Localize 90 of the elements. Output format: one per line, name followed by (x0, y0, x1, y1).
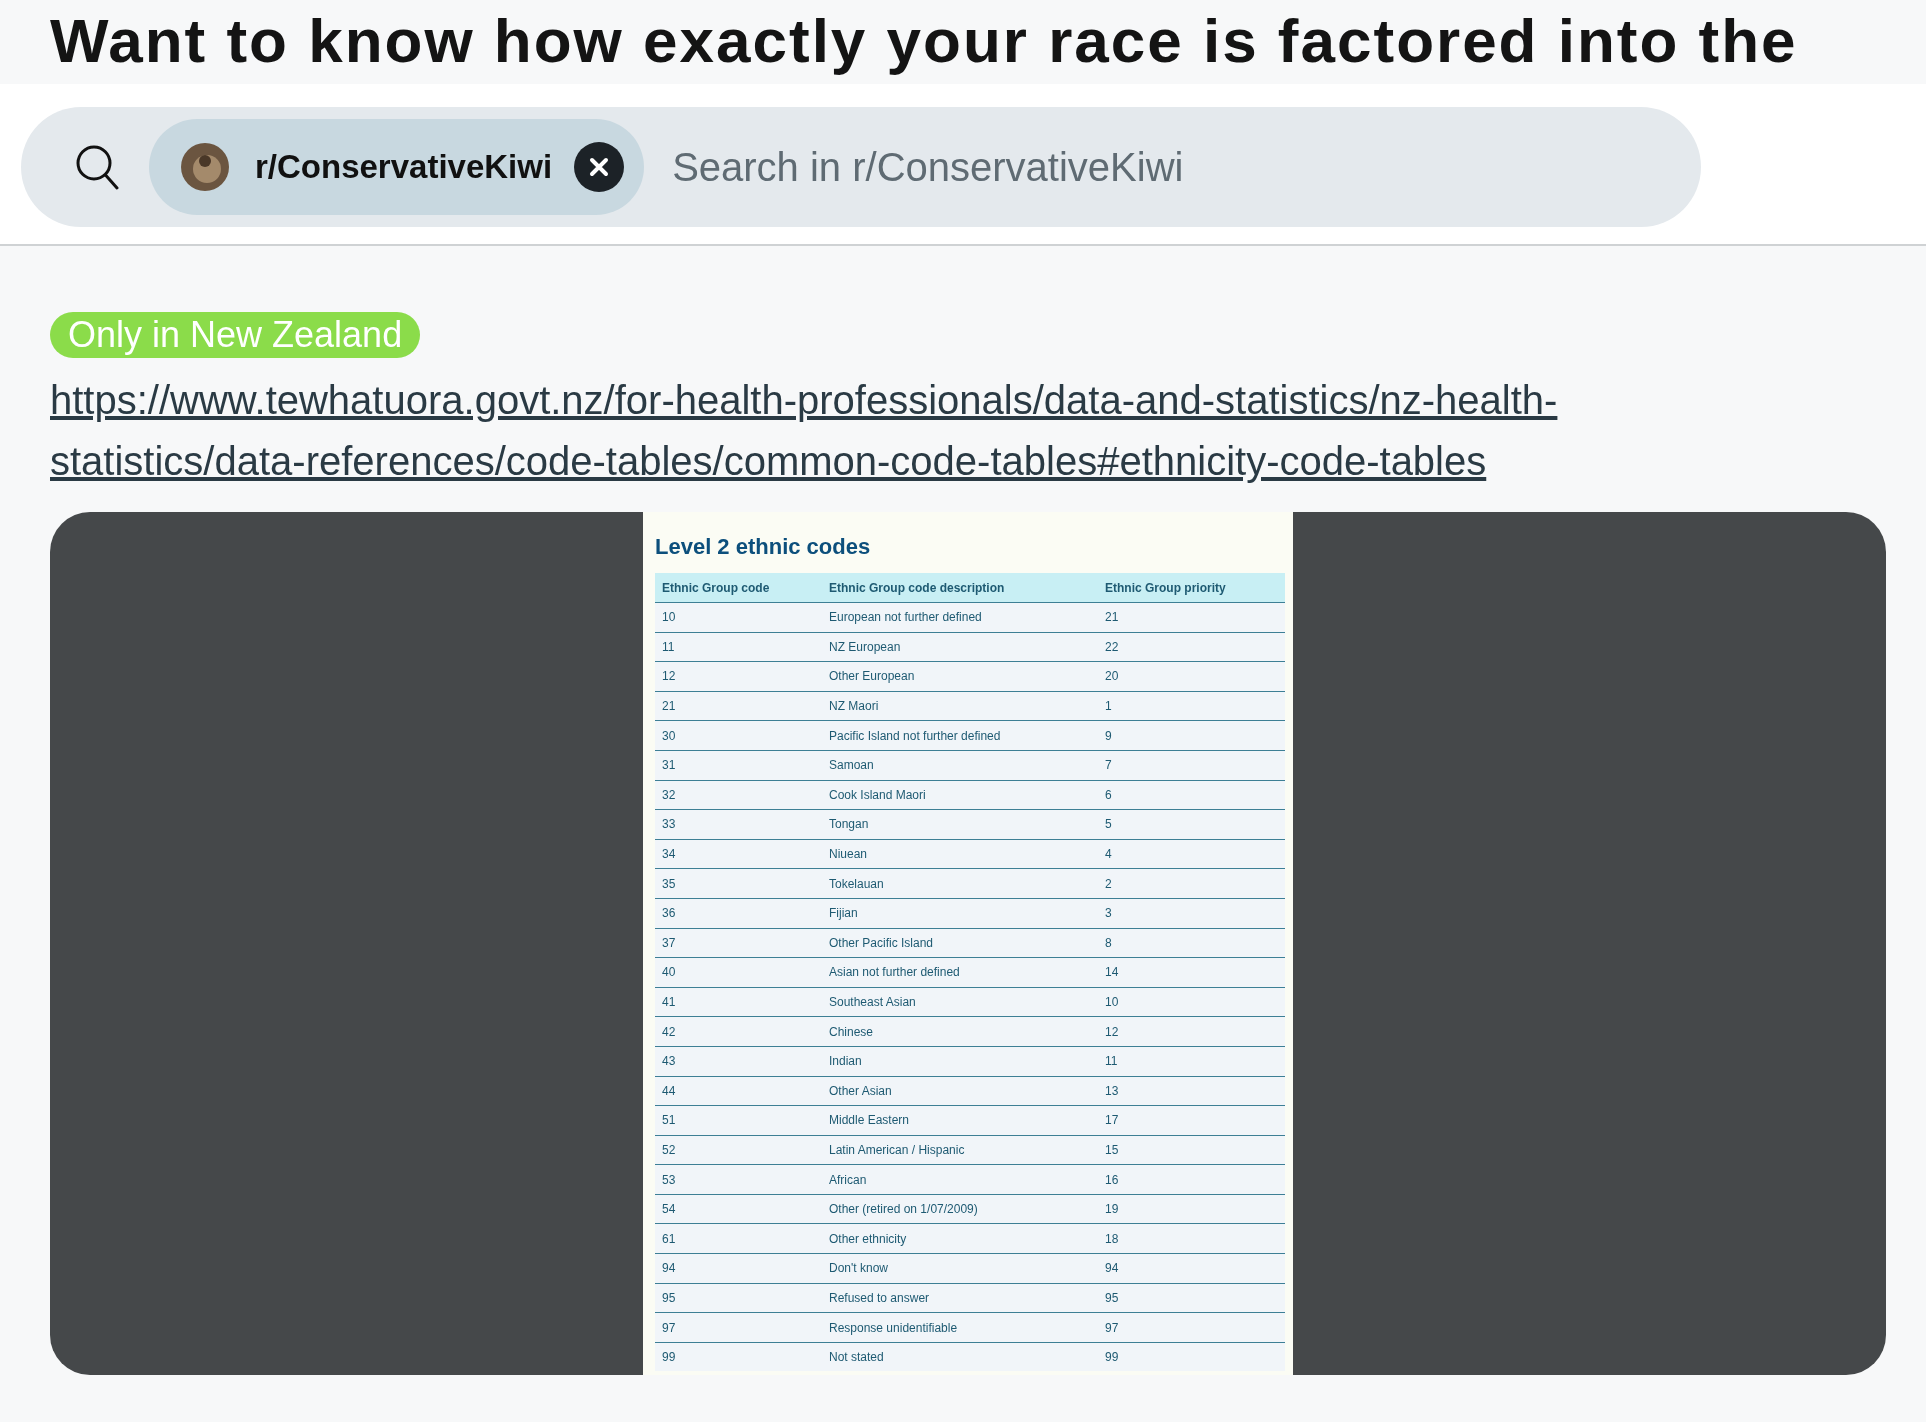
table-cell: 8 (1098, 928, 1285, 958)
table-cell: NZ Maori (822, 691, 1098, 721)
table-cell: Other (retired on 1/07/2009) (822, 1194, 1098, 1224)
table-cell: 12 (1098, 1016, 1285, 1047)
table-cell: 14 (1098, 957, 1285, 988)
table-cell: 53 (655, 1164, 822, 1195)
table-cell: 33 (655, 809, 822, 840)
table-cell: 95 (1098, 1283, 1285, 1313)
table-cell: 22 (1098, 632, 1285, 662)
community-name: r/ConservativeKiwi (255, 148, 553, 186)
table-cell: 17 (1098, 1105, 1285, 1136)
table-cell: 97 (655, 1312, 822, 1343)
table-cell: 94 (1098, 1253, 1285, 1284)
search-icon (75, 144, 119, 190)
table-cell: 30 (655, 720, 822, 751)
table-cell: Cook Island Maori (822, 780, 1098, 810)
table-cell: 4 (1098, 839, 1285, 869)
table-cell: 37 (655, 928, 822, 958)
table-cell: Tokelauan (822, 868, 1098, 899)
table-cell: 35 (655, 868, 822, 899)
table-cell: 42 (655, 1016, 822, 1047)
table-cell: Southeast Asian (822, 987, 1098, 1017)
table-cell: 10 (1098, 987, 1285, 1017)
table-cell: Not stated (822, 1342, 1098, 1372)
table-cell: 52 (655, 1135, 822, 1165)
community-chip[interactable]: r/ConservativeKiwi (149, 119, 645, 215)
avatar-icon (181, 143, 229, 191)
table-cell: 1 (1098, 691, 1285, 721)
table-cell: Refused to answer (822, 1283, 1098, 1313)
table-cell: 31 (655, 750, 822, 781)
table-cell: 40 (655, 957, 822, 988)
column-header: Ethnic Group code description (822, 573, 1098, 603)
table-cell: 34 (655, 839, 822, 869)
table-cell: 32 (655, 780, 822, 810)
table-cell: 19 (1098, 1194, 1285, 1224)
table-cell: 9 (1098, 720, 1285, 751)
table-cell: Asian not further defined (822, 957, 1098, 988)
table-cell: 54 (655, 1194, 822, 1224)
table-cell: 94 (655, 1253, 822, 1284)
table-cell: 51 (655, 1105, 822, 1136)
table-cell: Indian (822, 1046, 1098, 1076)
close-icon[interactable] (574, 142, 625, 192)
table-cell: Other Asian (822, 1076, 1098, 1106)
table-heading: Level 2 ethnic codes (655, 533, 872, 561)
table-cell: Pacific Island not further defined (822, 720, 1098, 751)
table-cell: Other European (822, 661, 1098, 692)
table-cell: Response unidentifiable (822, 1312, 1098, 1343)
table-cell: African (822, 1164, 1098, 1195)
table-cell: Chinese (822, 1016, 1098, 1047)
table-cell: 11 (655, 632, 822, 662)
post-link[interactable]: https://www.tewhatuora.govt.nz/for-health-professionals/data-and-statistics/nz-health-statistics/data-references/code-tables/common-code-tables#ethnicity-code-tables (50, 370, 1740, 492)
table-cell: European not further defined (822, 602, 1098, 633)
table-cell: 11 (1098, 1046, 1285, 1076)
table-cell: 99 (655, 1342, 822, 1372)
table-cell: 21 (1098, 602, 1285, 633)
table-cell: Other Pacific Island (822, 928, 1098, 958)
table-cell: 95 (655, 1283, 822, 1313)
column-header: Ethnic Group code (655, 573, 822, 603)
post-title: Want to know how exactly your race is factored into the (50, 5, 1799, 77)
table-cell: 99 (1098, 1342, 1285, 1372)
table-cell: Niuean (822, 839, 1098, 869)
table-cell: NZ European (822, 632, 1098, 662)
table-cell: 21 (655, 691, 822, 721)
table-cell: 44 (655, 1076, 822, 1106)
table-cell: 41 (655, 987, 822, 1017)
table-cell: 16 (1098, 1164, 1285, 1195)
table-cell: Other ethnicity (822, 1223, 1098, 1254)
table-cell: 12 (655, 661, 822, 692)
table-cell: 15 (1098, 1135, 1285, 1165)
table-cell: Middle Eastern (822, 1105, 1098, 1136)
table-cell: 20 (1098, 661, 1285, 692)
table-cell: 36 (655, 898, 822, 929)
search-field[interactable]: r/ConservativeKiwi Search in r/ConservativeKiwi (21, 107, 1701, 227)
table-cell: 18 (1098, 1223, 1285, 1254)
table-cell: 2 (1098, 868, 1285, 899)
table-cell: 43 (655, 1046, 822, 1076)
table-cell: 97 (1098, 1312, 1285, 1343)
table-cell: 5 (1098, 809, 1285, 840)
table-cell: 10 (655, 602, 822, 633)
table-cell: Don't know (822, 1253, 1098, 1284)
table-cell: 6 (1098, 780, 1285, 810)
table-cell: Fijian (822, 898, 1098, 929)
table-cell: Tongan (822, 809, 1098, 840)
table-cell: 13 (1098, 1076, 1285, 1106)
column-header: Ethnic Group priority (1098, 573, 1285, 603)
table-cell: 3 (1098, 898, 1285, 929)
table-cell: 7 (1098, 750, 1285, 781)
table-cell: Latin American / Hispanic (822, 1135, 1098, 1165)
table-cell: 61 (655, 1223, 822, 1254)
table-cell: Samoan (822, 750, 1098, 781)
